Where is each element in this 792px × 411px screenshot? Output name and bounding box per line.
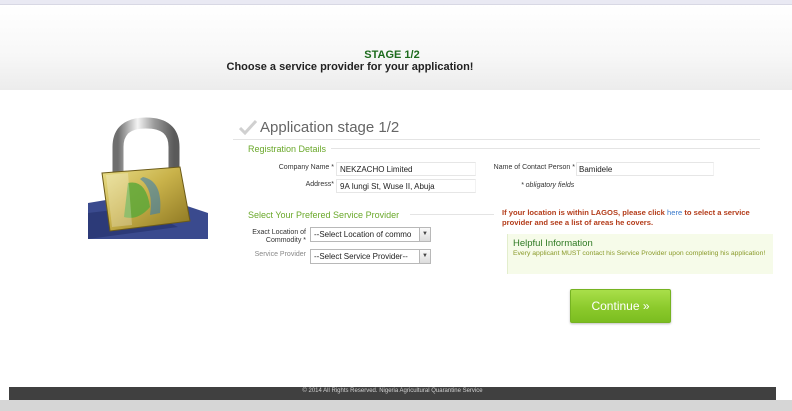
header-band: [0, 5, 792, 90]
provider-legend: Select Your Prefered Service Provider: [248, 210, 400, 220]
lagos-notice-text-before: If your location is within LAGOS, please…: [502, 208, 667, 217]
bottom-bar: [0, 400, 792, 411]
company-name-value: NEKZACHO Limited: [340, 165, 413, 174]
company-name-label: Company Name *: [278, 164, 334, 171]
service-provider-label: Service Provider: [254, 251, 306, 258]
footer: © 2014 All Rights Reserved. Nigeria Agri…: [9, 387, 776, 400]
chevron-down-icon[interactable]: ▼: [419, 250, 430, 263]
helpful-info-title: Helpful Information: [513, 238, 593, 249]
obligatory-note: * obligatory fields: [521, 182, 575, 189]
registration-legend: Registration Details: [248, 144, 327, 154]
location-label-line1: Exact Location of: [252, 229, 306, 236]
stage-title: STAGE 1/2: [364, 49, 420, 61]
location-label: Exact Location of Commodity *: [240, 229, 306, 245]
heading-divider: [233, 139, 760, 140]
service-provider-select-value: --Select Service Provider--: [314, 252, 408, 261]
location-label-line2: Commodity *: [265, 237, 306, 244]
stage-subtitle: Choose a service provider for your appli…: [226, 61, 474, 73]
registration-divider: [331, 148, 760, 149]
helpful-info-box: Helpful Information Every applicant MUST…: [507, 234, 773, 274]
checkmark-icon: [239, 119, 257, 135]
location-select[interactable]: --Select Location of commo ▼: [310, 227, 431, 242]
footer-copyright: © 2014 All Rights Reserved. Nigeria Agri…: [302, 388, 483, 394]
address-value: 9A Iungi St, Wuse II, Abuja: [340, 182, 435, 191]
padlock-icon: [88, 117, 208, 239]
lagos-notice: If your location is within LAGOS, please…: [502, 208, 777, 228]
helpful-info-text: Every applicant MUST contact his Service…: [513, 250, 766, 257]
chevron-down-icon[interactable]: ▼: [419, 228, 430, 241]
provider-divider: [410, 214, 494, 215]
page: STAGE 1/2 Choose a service provider for …: [0, 0, 792, 411]
continue-button[interactable]: Continue »: [570, 289, 671, 323]
contact-person-label: Name of Contact Person *: [493, 164, 575, 171]
location-select-value: --Select Location of commo: [314, 230, 412, 239]
lagos-here-link[interactable]: here: [667, 208, 682, 217]
service-provider-select[interactable]: --Select Service Provider-- ▼: [310, 249, 431, 264]
address-label: Address*: [305, 181, 334, 188]
contact-person-value: Bamidele: [579, 165, 613, 174]
application-stage-heading: Application stage 1/2: [260, 119, 400, 136]
